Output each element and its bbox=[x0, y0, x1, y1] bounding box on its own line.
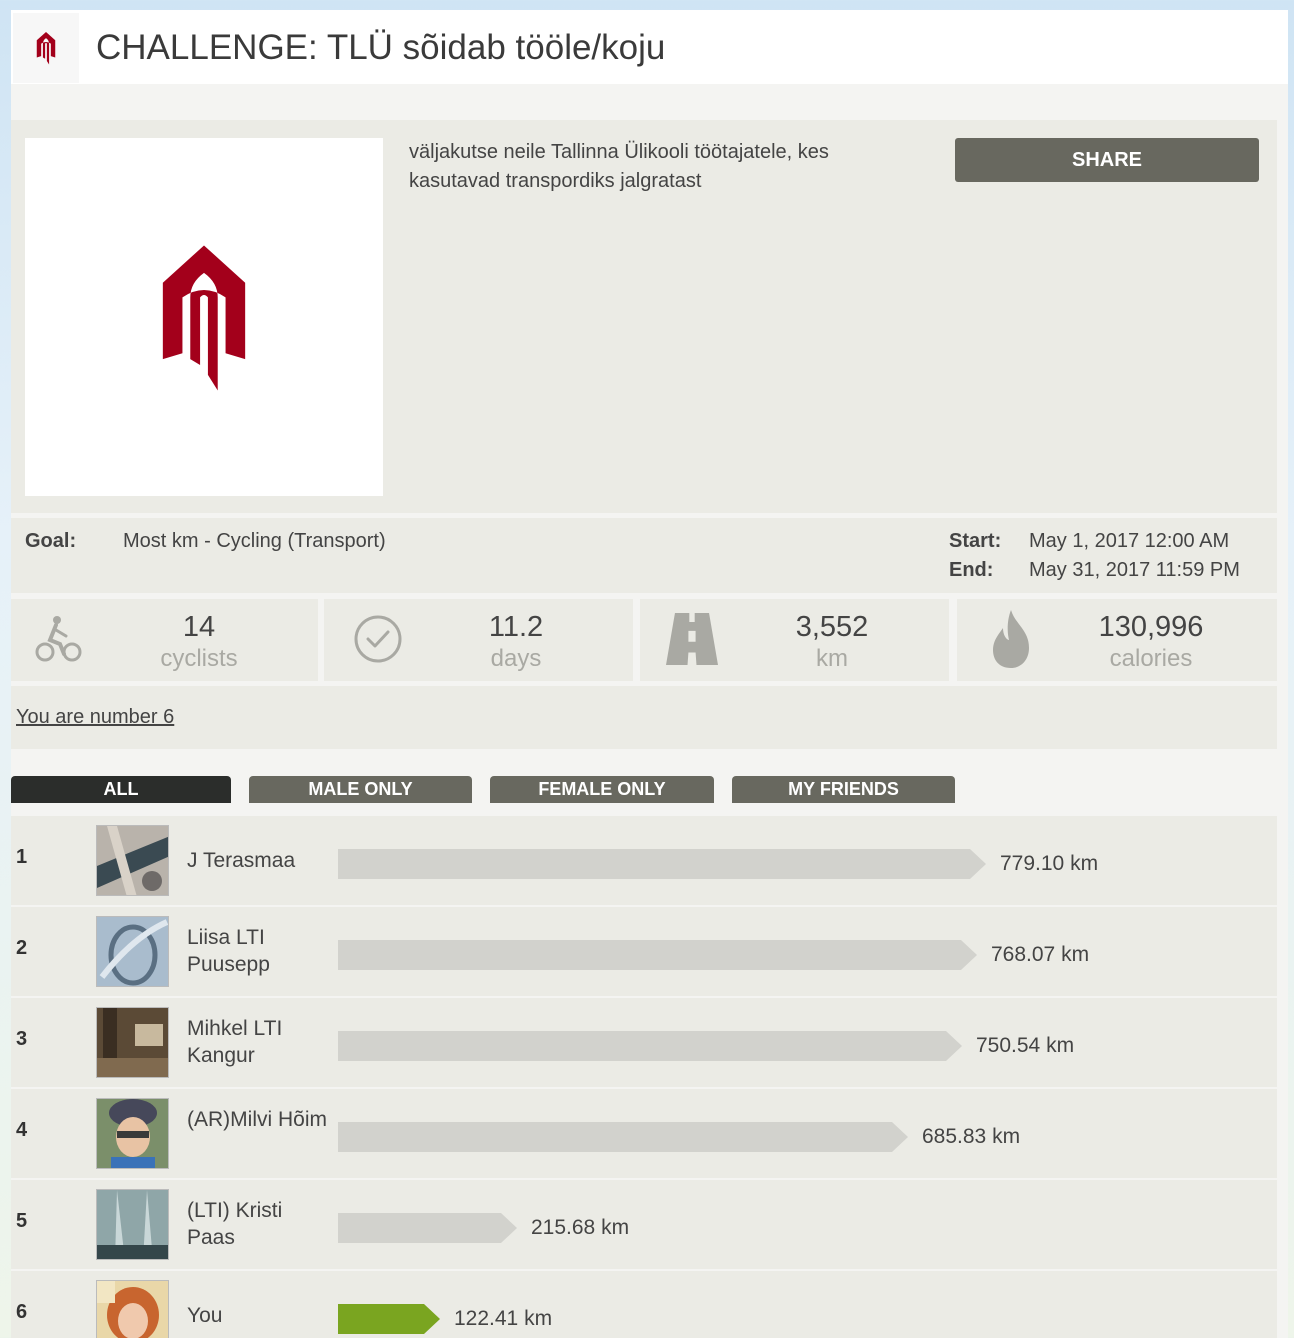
distance-bar-shape bbox=[338, 940, 977, 970]
tab-female-only[interactable]: FEMALE ONLY bbox=[490, 776, 714, 803]
distance-bar bbox=[338, 940, 977, 970]
leaderboard-row[interactable]: 6 You 122.41 km bbox=[11, 1271, 1277, 1338]
distance-bar bbox=[338, 1031, 962, 1061]
distance-value: 685.83 km bbox=[922, 1125, 1021, 1148]
distance-bar-shape bbox=[338, 1122, 908, 1152]
rank-row: You are number 6 bbox=[11, 686, 1277, 749]
page-title: CHALLENGE: TLÜ sõidab tööle/koju bbox=[96, 28, 666, 67]
avatar[interactable] bbox=[96, 1007, 169, 1078]
challenge-description: väljakutse neile Tallinna Ülikooli tööta… bbox=[409, 141, 829, 192]
leaderboard-row[interactable]: 3 Mihkel LTI Kangur 750.54 km bbox=[11, 998, 1277, 1087]
rank-number: 3 bbox=[16, 1028, 28, 1050]
goal-value: Most km - Cycling (Transport) bbox=[123, 530, 386, 552]
distance-bar-shape bbox=[338, 1304, 440, 1334]
distance-bar-fill bbox=[338, 849, 986, 879]
stat-unit: days bbox=[490, 645, 542, 672]
avatar[interactable] bbox=[96, 1098, 169, 1169]
distance-value: 750.54 km bbox=[976, 1034, 1075, 1057]
stat-unit: calories bbox=[1109, 645, 1193, 672]
rider-name[interactable]: Liisa LTI Puusepp bbox=[187, 924, 327, 978]
challenge-details: Goal: Most km - Cycling (Transport) Star… bbox=[11, 518, 1277, 593]
avatar[interactable] bbox=[96, 825, 169, 896]
start-value: May 1, 2017 12:00 AM bbox=[1029, 530, 1230, 552]
challenge-info-panel: väljakutse neile Tallinna Ülikooli tööta… bbox=[11, 120, 1277, 513]
rank-number: 2 bbox=[16, 937, 28, 959]
distance-bar-shape bbox=[338, 1213, 517, 1243]
distance-bar-fill bbox=[338, 1122, 908, 1152]
flame-icon bbox=[985, 609, 1037, 669]
distance-bar bbox=[338, 1304, 440, 1334]
leaderboard-row[interactable]: 5 (LTI) Kristi Paas 215.68 km bbox=[11, 1180, 1277, 1269]
end-label: End: bbox=[949, 559, 994, 581]
stat-cyclists: 14 cyclists bbox=[11, 599, 318, 681]
stat-value: 11.2 bbox=[488, 611, 544, 643]
goal-label: Goal: bbox=[25, 530, 77, 552]
distance-value: 215.68 km bbox=[531, 1216, 630, 1239]
rank-number: 5 bbox=[16, 1210, 28, 1232]
checkmark-icon bbox=[352, 609, 404, 669]
distance-bar-fill bbox=[338, 1213, 517, 1243]
start-label: Start: bbox=[949, 530, 1002, 552]
challenge-logo bbox=[25, 138, 383, 496]
avatar[interactable] bbox=[96, 1189, 169, 1260]
stat-unit: cyclists bbox=[160, 645, 238, 672]
distance-bar-fill bbox=[338, 940, 977, 970]
road-icon bbox=[666, 609, 718, 669]
distance-bar-shape bbox=[338, 849, 986, 879]
rider-name[interactable]: (AR)Milvi Hõim bbox=[187, 1106, 327, 1133]
rank-number: 1 bbox=[16, 846, 28, 868]
tab-my-friends[interactable]: MY FRIENDS bbox=[732, 776, 955, 803]
your-rank-link[interactable]: You are number 6 bbox=[16, 706, 174, 729]
stat-value: 3,552 bbox=[795, 611, 869, 643]
rider-name[interactable]: You bbox=[187, 1302, 327, 1329]
challenge-page: CHALLENGE: TLÜ sõidab tööle/koju väljaku… bbox=[11, 10, 1288, 1338]
share-button[interactable]: SHARE bbox=[955, 138, 1259, 182]
page-header: CHALLENGE: TLÜ sõidab tööle/koju bbox=[11, 10, 1288, 84]
stat-value: 14 bbox=[182, 611, 216, 643]
university-logo-icon bbox=[162, 245, 246, 391]
distance-bar bbox=[338, 849, 986, 879]
stats-row: 14 cyclists 11.2 days 3,552 km 130,996 c… bbox=[11, 599, 1277, 681]
rank-number: 6 bbox=[16, 1301, 28, 1323]
distance-value: 779.10 km bbox=[1000, 852, 1099, 875]
rider-name[interactable]: J Terasmaa bbox=[187, 847, 327, 874]
tab-male-only[interactable]: MALE ONLY bbox=[249, 776, 472, 803]
rider-name[interactable]: (LTI) Kristi Paas bbox=[187, 1197, 327, 1251]
stat-unit: km bbox=[816, 645, 848, 672]
rider-name[interactable]: Mihkel LTI Kangur bbox=[187, 1015, 327, 1069]
distance-bar-shape bbox=[338, 1031, 962, 1061]
distance-bar-fill bbox=[338, 1304, 440, 1334]
challenge-logo-small bbox=[13, 13, 79, 83]
avatar[interactable] bbox=[96, 1280, 169, 1338]
end-value: May 31, 2017 11:59 PM bbox=[1029, 559, 1240, 581]
university-logo-icon bbox=[36, 31, 56, 65]
leaderboard-row[interactable]: 2 Liisa LTI Puusepp 768.07 km bbox=[11, 907, 1277, 996]
tab-all[interactable]: ALL bbox=[11, 776, 231, 803]
distance-value: 122.41 km bbox=[454, 1307, 553, 1330]
leaderboard-row[interactable]: 1 J Terasmaa 779.10 km bbox=[11, 816, 1277, 905]
leaderboard-row[interactable]: 4 (AR)Milvi Hõim 685.83 km bbox=[11, 1089, 1277, 1178]
distance-bar bbox=[338, 1122, 908, 1152]
distance-bar bbox=[338, 1213, 517, 1243]
stat-value: 130,996 bbox=[1098, 611, 1204, 643]
cyclist-icon bbox=[33, 609, 85, 669]
stat-distance: 3,552 km bbox=[640, 599, 949, 681]
stat-calories: 130,996 calories bbox=[957, 599, 1277, 681]
rank-number: 4 bbox=[16, 1119, 28, 1141]
distance-value: 768.07 km bbox=[991, 943, 1090, 966]
stat-days: 11.2 days bbox=[324, 599, 633, 681]
avatar[interactable] bbox=[96, 916, 169, 987]
distance-bar-fill bbox=[338, 1031, 962, 1061]
